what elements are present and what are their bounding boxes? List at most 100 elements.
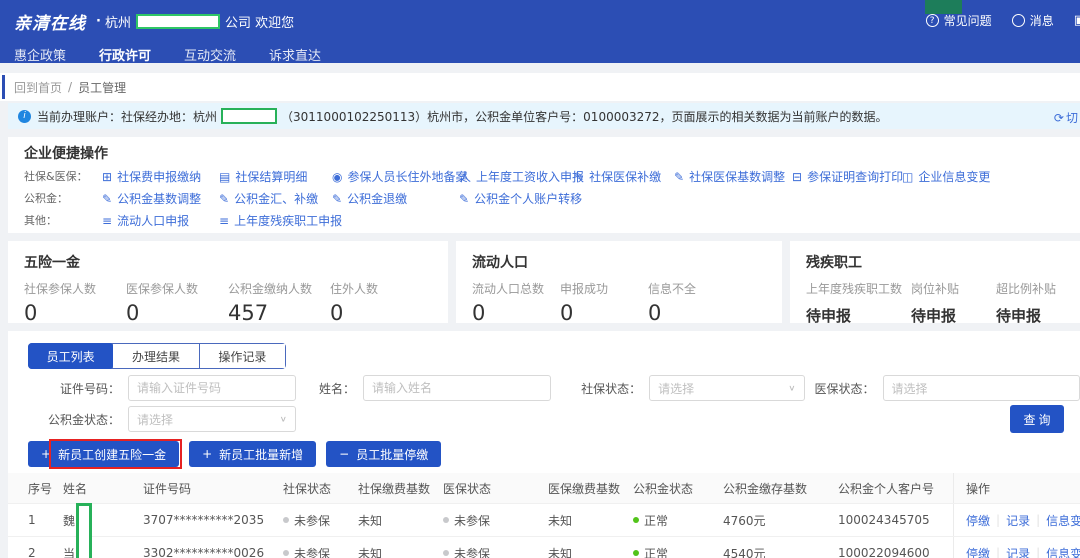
- row-fund-base: 4540元: [723, 537, 838, 558]
- row-medical-status: 未参保: [443, 537, 548, 558]
- quickop-zhengming-dayin[interactable]: ⊟参保证明查询打印: [792, 170, 902, 184]
- quickop-label: 公积金个人账户转移: [474, 192, 582, 206]
- edit-icon: ✎: [332, 192, 342, 206]
- quickop-label: 上年度残疾职工申报: [234, 214, 342, 228]
- row-operations: 停缴|记录|信息变更: [953, 504, 1080, 536]
- quickop-yibao-bujiao[interactable]: ✎社保医保补缴: [574, 170, 674, 184]
- quick-ops-title: 企业便捷操作: [24, 147, 1064, 162]
- metric-value: 457: [228, 301, 330, 325]
- stat-title: 五险一金: [24, 252, 432, 272]
- filter-row-2: 公积金状态： 请选择 ∨ 查询 重置: [8, 405, 1080, 433]
- quickop-label: 企业信息变更: [918, 170, 990, 184]
- tab-process-result[interactable]: 办理结果: [113, 344, 199, 368]
- name-input[interactable]: [363, 375, 551, 401]
- metric-label: 申报成功: [560, 280, 648, 297]
- batch-add-button[interactable]: + 新员工批量新增: [189, 441, 316, 467]
- social-status-label: 社保状态：: [571, 380, 649, 397]
- quickop-xinxi-biangeng[interactable]: ◫企业信息变更: [902, 170, 990, 184]
- tab-employee-list[interactable]: 员工列表: [28, 343, 114, 369]
- messages-link[interactable]: 消息: [1012, 12, 1054, 29]
- info-change-link[interactable]: 信息变更: [1046, 512, 1080, 529]
- metric-shenbao-ok: 申报成功 0: [560, 280, 648, 325]
- status-dot-green: [633, 550, 639, 556]
- row-fund-account: 100024345705: [838, 504, 953, 536]
- quickop-shebaofei-shenbao[interactable]: ⊞社保费申报缴纳: [102, 170, 219, 184]
- row-index: 1: [28, 504, 63, 536]
- notice-prefix: 当前办理账户：社保经办地：杭州: [37, 108, 217, 125]
- quickop-label: 社保医保补缴: [589, 170, 661, 184]
- record-link[interactable]: 记录: [1006, 512, 1030, 529]
- quickop-jishu-tiaozheng[interactable]: ✎社保医保基数调整: [674, 170, 792, 184]
- info-icon: i: [18, 110, 31, 123]
- metric-gangwei-butie: 岗位补贴待申报: [911, 280, 996, 326]
- employee-tabs: 员工列表 办理结果 操作记录: [28, 343, 286, 369]
- row-social-status: 未参保: [283, 504, 358, 536]
- group-label: 其他：: [24, 214, 102, 228]
- id-number-input[interactable]: [128, 375, 296, 401]
- status-text: 未参保: [454, 512, 490, 529]
- query-button[interactable]: 查询: [1010, 405, 1064, 433]
- info-change-link[interactable]: 信息变更: [1046, 545, 1080, 558]
- faq-link[interactable]: ? 常见问题: [926, 12, 992, 29]
- company-city: 杭州: [105, 12, 131, 31]
- metric-liudong-total: 流动人口总数0: [472, 280, 560, 325]
- col-name: 姓名: [63, 473, 143, 503]
- table-row: 1 魏 3707**********2035 未参保 未知 未参保 未知 正常 …: [8, 503, 1080, 536]
- switch-icon: ⟳: [1054, 111, 1064, 125]
- quickop-liudong-renkou[interactable]: ≡流动人口申报: [102, 214, 219, 228]
- tab-operation-log[interactable]: 操作记录: [200, 344, 285, 368]
- metric-value: 0: [472, 301, 560, 325]
- col-social-status: 社保状态: [283, 473, 358, 503]
- quickop-waidi-beian[interactable]: ◉参保人员长住外地备案: [332, 170, 459, 184]
- stop-pay-link[interactable]: 停缴: [966, 512, 990, 529]
- metric-value: 0: [126, 301, 228, 325]
- status-text: 未参保: [294, 512, 330, 529]
- row-name: 当: [63, 537, 143, 558]
- quickop-label: 参保人员长住外地备案: [347, 170, 467, 184]
- metric-fund-jiaona: 公积金缴纳人数457: [228, 280, 330, 325]
- metric-value: 0: [560, 301, 648, 325]
- row-operations: 停缴|记录|信息变更: [953, 537, 1080, 558]
- quickop-label: 社保医保基数调整: [689, 170, 785, 184]
- switch-label: 切: [1066, 109, 1078, 126]
- stop-pay-link[interactable]: 停缴: [966, 545, 990, 558]
- quickop-fund-jishu[interactable]: ✎公积金基数调整: [102, 192, 219, 206]
- col-index: 序号: [28, 473, 63, 503]
- name-label: 姓名：: [308, 380, 363, 397]
- social-status-select[interactable]: 请选择 ∨: [649, 375, 804, 401]
- medical-status-select[interactable]: 请选择: [883, 375, 1080, 401]
- row-medical-base: 未知: [548, 537, 633, 558]
- employee-card: 员工列表 办理结果 操作记录 证件号码： 姓名： 社保状态： 请选择 ∨ 医保状…: [8, 331, 1080, 558]
- header-utility-links: ? 常见问题 消息 ▣: [926, 12, 1080, 29]
- quickop-canji-zhigong[interactable]: ≡上年度残疾职工申报: [219, 214, 342, 228]
- metric-label: 医保参保人数: [126, 280, 228, 297]
- page: 亲清在线 · 杭州 公司 欢迎您 ? 常见问题 消息 ▣ 惠企政策 行政许可 互…: [0, 0, 1080, 558]
- metric-value: 0: [648, 301, 696, 325]
- table-row: 2 当 3302**********0026 未参保 未知 未参保 未知 正常 …: [8, 536, 1080, 558]
- metric-value: 待申报: [911, 305, 996, 326]
- question-icon: ?: [926, 14, 939, 27]
- row-id: 3707**********2035: [143, 504, 283, 536]
- row-id: 3302**********0026: [143, 537, 283, 558]
- switch-account-link[interactable]: ⟳ 切: [1050, 109, 1078, 126]
- quickop-fund-zhuanyi[interactable]: ✎公积金个人账户转移: [459, 192, 582, 206]
- welcome-text: 公司 欢迎您: [225, 12, 294, 31]
- breadcrumb-home[interactable]: 回到首页: [14, 79, 62, 96]
- metrics: 上年度残疾职工数待申报 岗位补贴待申报 超比例补贴待申报: [806, 280, 1064, 326]
- enterprise-icon[interactable]: ▣: [1074, 14, 1080, 27]
- metric-label: 岗位补贴: [911, 280, 996, 297]
- row-medical-status: 未参保: [443, 504, 548, 536]
- quickop-fund-huibu[interactable]: ✎公积金汇、补缴: [219, 192, 332, 206]
- quickop-jiesuan-mingxi[interactable]: ▤社保结算明细: [219, 170, 332, 184]
- quickop-fund-tuijiao[interactable]: ✎公积金退缴: [332, 192, 459, 206]
- button-label: 新员工创建五险一金: [58, 446, 166, 463]
- metric-label: 超比例补贴: [996, 280, 1056, 297]
- batch-stop-button[interactable]: − 员工批量停缴: [326, 441, 441, 467]
- quickop-gongzi-shenbao[interactable]: 人上年度工资收入申报: [459, 170, 574, 184]
- minus-icon: −: [339, 447, 349, 461]
- fund-status-select[interactable]: 请选择 ∨: [128, 406, 296, 432]
- notice-suffix: （3011000102250113）杭州市，公积金单位客户号：010000327…: [281, 108, 888, 125]
- record-link[interactable]: 记录: [1006, 545, 1030, 558]
- create-wuxianyijin-button[interactable]: + 新员工创建五险一金: [28, 441, 179, 467]
- quick-operations-card: 企业便捷操作 社保&医保： ⊞社保费申报缴纳 ▤社保结算明细 ◉参保人员长住外地…: [8, 137, 1080, 233]
